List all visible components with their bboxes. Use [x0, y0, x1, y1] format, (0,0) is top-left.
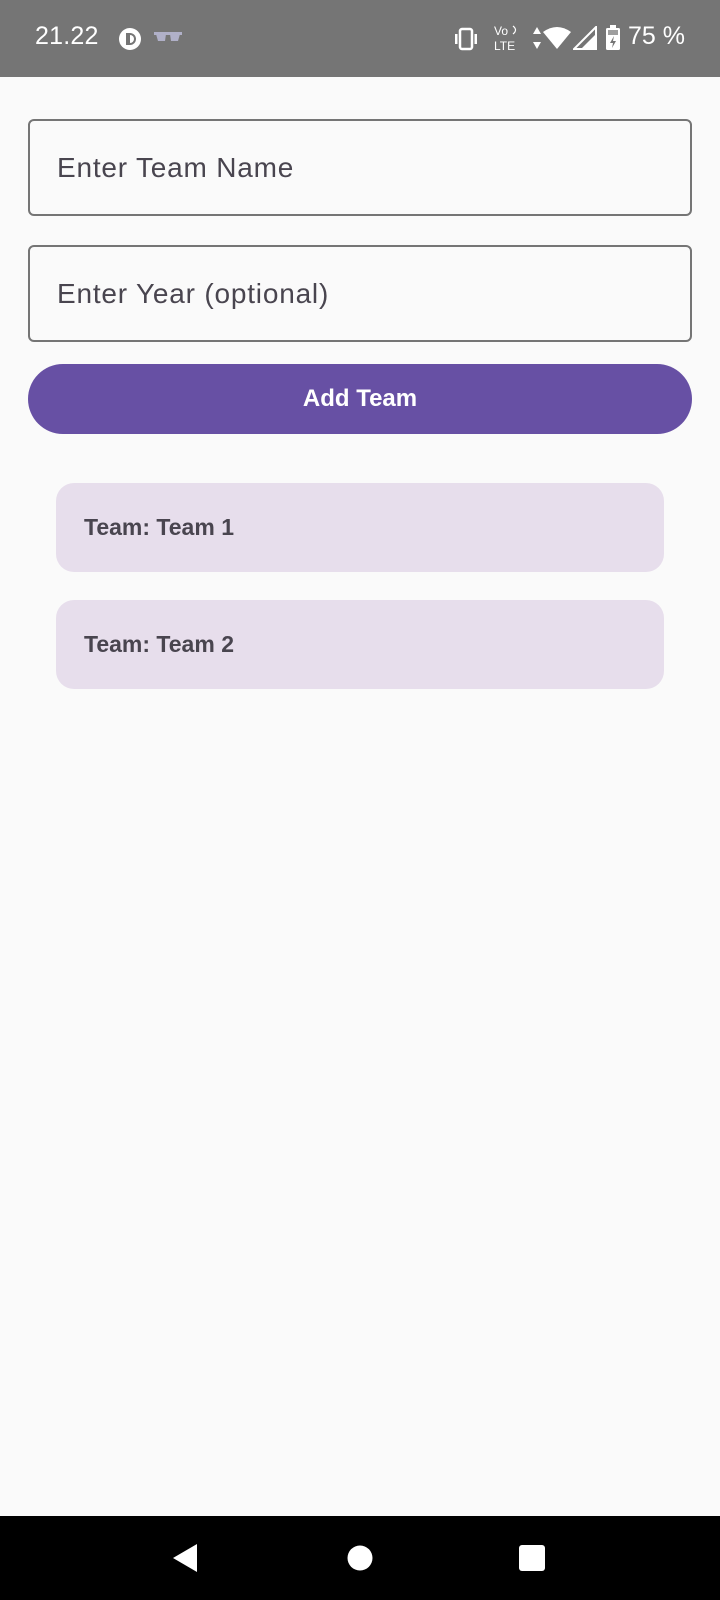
team-list-item[interactable]: Team: Team 1: [56, 483, 664, 572]
team-name-field[interactable]: [28, 119, 692, 216]
vibrate-icon: [453, 26, 479, 57]
add-team-button[interactable]: Add Team: [28, 364, 692, 434]
svg-text:Vo: Vo: [494, 24, 508, 38]
data-saver-icon: [117, 26, 143, 57]
recents-icon[interactable]: [512, 1538, 552, 1578]
signal-icon: [571, 24, 597, 55]
svg-text:LTE: LTE: [494, 39, 515, 53]
wifi-icon: [543, 26, 571, 55]
team-list: Team: Team 1 Team: Team 2: [56, 483, 664, 717]
status-time: 21.22: [35, 22, 99, 50]
home-icon[interactable]: [340, 1538, 380, 1578]
glasses-icon: [154, 30, 182, 49]
back-icon[interactable]: [165, 1538, 205, 1578]
battery-percentage: 75 %: [628, 22, 685, 50]
team-list-item[interactable]: Team: Team 2: [56, 600, 664, 689]
team-label: Team: Team 2: [84, 631, 234, 657]
year-field[interactable]: [28, 245, 692, 342]
team-name-input[interactable]: [30, 121, 690, 214]
battery-icon: [605, 25, 621, 56]
year-input[interactable]: [30, 247, 690, 340]
navigation-bar: [0, 1516, 720, 1600]
data-arrows-icon: [532, 26, 542, 55]
status-bar: 21.22 Vo LTE 75 %: [0, 0, 720, 77]
volte-icon: Vo LTE: [493, 23, 523, 58]
team-label: Team: Team 1: [84, 514, 234, 540]
